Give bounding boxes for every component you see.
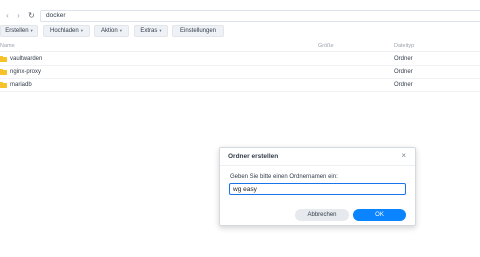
close-icon: ×	[401, 151, 406, 160]
upload-label: Hochladen	[50, 28, 79, 34]
folder-name-prompt: Geben Sie bitte einen Ordnernamen ein:	[230, 174, 338, 180]
refresh-button[interactable]: ↻	[26, 10, 37, 22]
folder-icon	[0, 69, 7, 75]
file-name: nginx-proxy	[10, 69, 42, 75]
dialog-title: Ordner erstellen	[228, 153, 279, 160]
file-list-header: Name Größe Dateityp	[0, 41, 480, 52]
cancel-button[interactable]: Abbrechen	[295, 209, 349, 221]
file-type: Ordner	[394, 82, 413, 88]
back-button[interactable]: ‹	[2, 10, 13, 22]
settings-button[interactable]: Einstellungen	[172, 25, 224, 37]
close-button[interactable]: ×	[401, 151, 406, 161]
chevron-right-icon: ›	[17, 11, 20, 20]
settings-label: Einstellungen	[179, 28, 217, 34]
create-folder-dialog: Ordner erstellen × Geben Sie bitte einen…	[219, 147, 416, 226]
action-label: Aktion	[101, 28, 118, 34]
folder-icon	[0, 56, 7, 62]
folder-name-input[interactable]	[229, 183, 406, 195]
extras-button[interactable]: Extras ▾	[134, 25, 168, 37]
action-button[interactable]: Aktion ▾	[94, 25, 129, 37]
create-button[interactable]: Erstellen ▾	[0, 25, 38, 37]
chevron-left-icon: ‹	[6, 11, 9, 20]
folder-icon	[0, 82, 7, 88]
column-header-name[interactable]: Name	[0, 43, 15, 49]
column-header-size[interactable]: Größe	[318, 43, 334, 49]
file-type: Ordner	[394, 69, 413, 75]
column-header-type[interactable]: Dateityp	[394, 43, 414, 49]
caret-down-icon: ▾	[30, 28, 33, 33]
caret-down-icon: ▾	[119, 28, 122, 33]
file-type: Ordner	[394, 56, 413, 62]
dialog-divider	[220, 165, 415, 166]
upload-button[interactable]: Hochladen ▾	[43, 25, 90, 37]
extras-label: Extras	[140, 28, 158, 34]
caret-down-icon: ▾	[159, 28, 162, 33]
caret-down-icon: ▾	[80, 28, 83, 33]
file-name: vaultwarden	[10, 56, 43, 62]
forward-button[interactable]: ›	[13, 10, 24, 22]
navigation-bar: ‹ › ↻ docker	[0, 10, 480, 24]
file-row[interactable]: nginx-proxy Ordner	[0, 67, 480, 79]
ok-button[interactable]: OK	[353, 209, 406, 221]
refresh-icon: ↻	[28, 11, 35, 20]
file-row[interactable]: mariadb Ordner	[0, 80, 480, 92]
path-field[interactable]: docker	[40, 10, 480, 22]
create-label: Erstellen	[5, 28, 29, 34]
file-name: mariadb	[10, 82, 32, 88]
file-row[interactable]: vaultwarden Ordner	[0, 54, 480, 66]
